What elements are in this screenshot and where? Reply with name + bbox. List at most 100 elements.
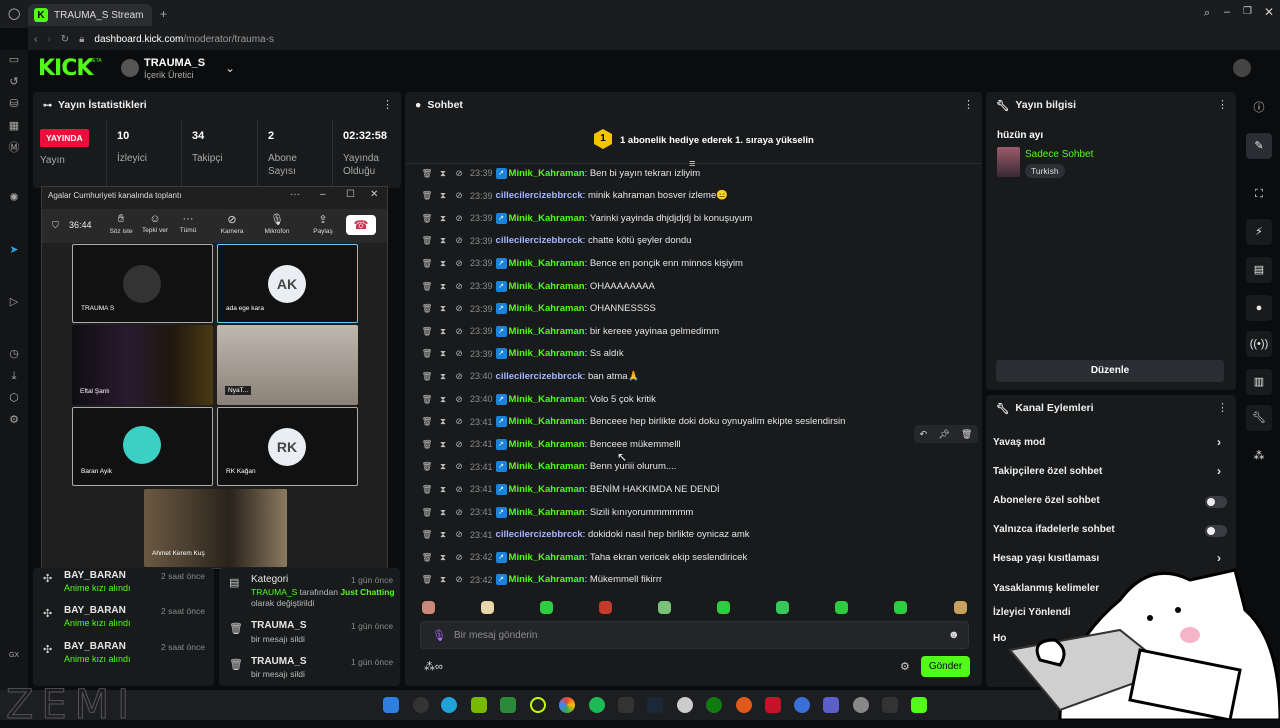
timeout-icon[interactable]: ⧗ [436, 507, 450, 518]
pin-icon[interactable]: 📌︎ [938, 429, 949, 440]
emote-icon[interactable] [599, 601, 612, 614]
chat-message[interactable]: 🗑︎ ⧗ ⊘ 23:39 ↗ Minik_Kahraman: OHANNESSSS [420, 302, 656, 316]
chatgpt-icon[interactable]: ✺ [8, 192, 20, 204]
timeout-icon[interactable]: ⧗ [436, 574, 450, 585]
chrome-icon[interactable] [559, 697, 575, 713]
start-icon[interactable] [383, 697, 399, 713]
stats-menu-icon[interactable]: ⋮ [382, 98, 393, 111]
delete-message-icon[interactable]: 🗑︎ [420, 552, 434, 563]
edge-icon[interactable] [441, 697, 457, 713]
download-icon[interactable]: ⤓ [8, 370, 20, 382]
delete-message-icon[interactable]: 🗑︎ [420, 574, 434, 585]
timeout-icon[interactable]: ⧗ [436, 235, 450, 246]
channel-actions-menu-icon[interactable]: ⋮ [1217, 401, 1228, 414]
timeout-icon[interactable]: ⧗ [436, 416, 450, 427]
ban-icon[interactable]: ⊘ [452, 394, 466, 405]
chat-message[interactable]: 🗑︎ ⧗ ⊘ 23:39 ↗ Minik_Kahraman: bir kereee yay… [420, 324, 719, 338]
delete-message-icon[interactable]: 🗑︎ [420, 371, 434, 382]
emote-icon[interactable] [954, 601, 967, 614]
url-field[interactable]: dashboard.kick.com/moderator/trauma-s [94, 34, 274, 45]
chat-message[interactable]: 🗑︎ ⧗ ⊘ 23:41 cillecilercizebbrcck: dokidoki … [420, 528, 750, 542]
emote-icon[interactable] [658, 601, 671, 614]
message-username[interactable]: cillecilercizebbrcck [496, 190, 583, 201]
ban-icon[interactable]: ⊘ [452, 281, 466, 292]
timeout-icon[interactable]: ⧗ [436, 303, 450, 314]
app-icon[interactable] [765, 697, 781, 713]
clipboard-icon[interactable]: ▤ [1246, 257, 1272, 283]
ban-icon[interactable]: ⊘ [452, 303, 466, 314]
timeout-icon[interactable]: ⧗ [436, 529, 450, 540]
channel-name[interactable]: TRAUMA_S [144, 57, 205, 69]
delete-message-icon[interactable]: 🗑︎ [420, 416, 434, 427]
ban-icon[interactable]: ⊘ [452, 484, 466, 495]
chat-message[interactable]: 🗑︎ ⧗ ⊘ 23:42 ↗ Minik_Kahraman: Mükemmell fiki… [420, 573, 662, 587]
message-username[interactable]: Minik_Kahraman [509, 416, 585, 427]
emote-icon[interactable] [540, 601, 553, 614]
timeout-icon[interactable]: ⧗ [436, 168, 450, 179]
raise-hand-button[interactable]: ✋︎ Söz iste [106, 213, 136, 235]
participant-tile[interactable]: TRAUMA S [72, 244, 213, 323]
tools-icon[interactable]: 🔧︎ [1246, 405, 1272, 431]
ban-icon[interactable]: ⊘ [452, 529, 466, 540]
emote-icon[interactable] [422, 601, 435, 614]
channel-action-item[interactable]: Yavaş mod [993, 437, 1045, 448]
extensions-icon[interactable]: ⬡ [8, 392, 20, 404]
chat-message[interactable]: 🗑︎ ⧗ ⊘ 23:39 ↗ Minik_Kahraman: Ben bi yayın t… [420, 166, 700, 180]
ban-icon[interactable]: ⊘ [452, 213, 466, 224]
search-taskbar-icon[interactable] [413, 697, 429, 713]
kick-icon[interactable] [911, 697, 927, 713]
message-username[interactable]: Minik_Kahraman [509, 326, 585, 337]
kick-logo[interactable]: KICK [38, 56, 93, 81]
participant-tile[interactable]: RK RK Kağan [217, 407, 358, 486]
delete-message-icon[interactable]: 🗑︎ [420, 484, 434, 495]
activity-user[interactable]: BAY_BARAN [64, 641, 126, 652]
chat-message[interactable]: 🗑︎ ⧗ ⊘ 23:40 cillecilercizebbrcck: ban atma🙏 [420, 369, 640, 383]
ban-icon[interactable]: ⊘ [452, 416, 466, 427]
app-icon[interactable] [794, 697, 810, 713]
delete-message-icon[interactable]: 🗑︎ [420, 235, 434, 246]
wallet-icon[interactable]: ⛁ [8, 98, 20, 110]
delete-message-icon[interactable]: 🗑︎ [420, 439, 434, 450]
layout-icon[interactable]: ▥ [1246, 369, 1272, 395]
app-icon[interactable] [736, 697, 752, 713]
emote-icon[interactable] [894, 601, 907, 614]
toggle-switch[interactable] [1205, 525, 1227, 537]
edit-stream-info-button[interactable]: Düzenle [996, 360, 1224, 382]
chat-message[interactable]: 🗑︎ ⧗ ⊘ 23:39 ↗ Minik_Kahraman: Yarinki yayind… [420, 211, 752, 225]
reply-icon[interactable]: ↶ [920, 429, 928, 440]
delete-message-icon[interactable]: 🗑︎ [420, 190, 434, 201]
stream-category[interactable]: Sadece Sohbet [1025, 149, 1093, 160]
xbox-app-icon[interactable] [500, 697, 516, 713]
message-username[interactable]: Minik_Kahraman [509, 552, 585, 563]
log-title[interactable]: TRAUMA_S [251, 656, 307, 667]
stream-info-menu-icon[interactable]: ⋮ [1217, 98, 1228, 111]
chat-message[interactable]: 🗑︎ ⧗ ⊘ 23:42 ↗ Minik_Kahraman: Taha ekran ver… [420, 550, 747, 564]
restore-icon[interactable]: ❐ [1243, 6, 1252, 17]
message-username[interactable]: cillecilercizebbrcck [496, 235, 583, 246]
ban-icon[interactable]: ⊘ [452, 461, 466, 472]
info-icon[interactable]: ⓘ [1246, 95, 1272, 121]
channel-switcher-chevron-icon[interactable]: ⌄ [225, 61, 235, 75]
close-icon[interactable]: ✕ [1264, 5, 1274, 19]
timeout-icon[interactable]: ⧗ [436, 461, 450, 472]
toggle-switch[interactable] [1205, 496, 1227, 508]
participant-tile[interactable]: Eftal Şanlı [72, 325, 213, 405]
delete-message-icon[interactable]: 🗑︎ [420, 168, 434, 179]
chat-tools-icon[interactable]: ⁂∞ [424, 660, 443, 673]
forward-icon[interactable]: › [47, 34, 50, 45]
message-username[interactable]: Minik_Kahraman [509, 303, 585, 314]
channel-action-item[interactable]: Takipçilere özel sohbet [993, 466, 1102, 477]
delete-message-icon[interactable]: 🗑︎ [420, 529, 434, 540]
meeting-more-icon[interactable]: ··· [290, 189, 300, 200]
gx-icon[interactable]: GX [8, 650, 20, 662]
ban-icon[interactable]: ⊘ [452, 574, 466, 585]
user-avatar[interactable] [1233, 59, 1251, 77]
participant-tile[interactable]: AK ada ege kara [217, 244, 358, 323]
message-username[interactable]: cillecilercizebbrcck [496, 371, 583, 382]
lightning-icon[interactable]: ⚡︎ [1246, 219, 1272, 245]
timeout-icon[interactable]: ⧗ [436, 281, 450, 292]
xbox-icon[interactable] [706, 697, 722, 713]
minimize-icon[interactable]: – [1224, 6, 1230, 18]
ban-icon[interactable]: ⊘ [452, 258, 466, 269]
more-button[interactable]: ··· Tümü [173, 213, 203, 234]
